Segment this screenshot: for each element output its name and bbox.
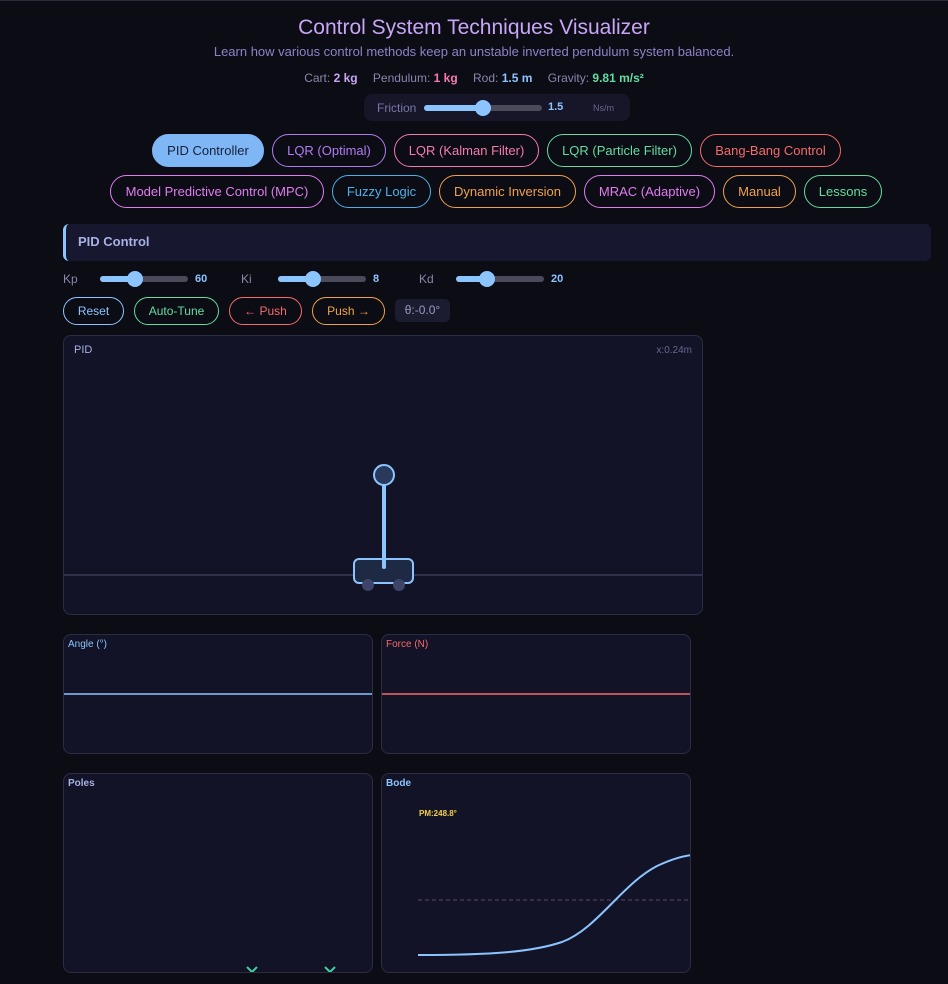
- rod-value: 1.5 m: [501, 71, 533, 85]
- pendulum-value: 1 kg: [433, 71, 458, 85]
- ki-slider[interactable]: [278, 271, 366, 287]
- auto-tune-button[interactable]: Auto-Tune: [134, 297, 219, 325]
- page-title: Control System Techniques Visualizer: [298, 16, 650, 39]
- angle-readout: θ:-0.0°: [395, 299, 450, 322]
- rod-label: Rod:: [473, 71, 499, 85]
- tab-fuzzy-logic[interactable]: Fuzzy Logic: [332, 175, 431, 208]
- cart-wheel-left: [362, 579, 374, 591]
- tab-pid-controller[interactable]: PID Controller: [152, 134, 264, 167]
- friction-control: Friction 1.5 Ns/m: [364, 94, 630, 121]
- tab-bang-bang-control[interactable]: Bang-Bang Control: [700, 134, 841, 167]
- pole-marker-2: [324, 966, 336, 972]
- cart-wheel-right: [393, 579, 405, 591]
- pole-marker-1: [246, 966, 258, 972]
- kd-slider-thumb[interactable]: [478, 271, 495, 287]
- kp-value: 60: [195, 273, 208, 285]
- bode-chart: [417, 854, 690, 956]
- section-header: PID Control: [63, 224, 931, 261]
- tab-lessons[interactable]: Lessons: [804, 175, 882, 208]
- kd-value: 20: [551, 273, 564, 285]
- section-title: PID Control: [78, 234, 150, 249]
- pendulum-bob: [373, 464, 395, 486]
- pendulum-canvas: [64, 464, 702, 591]
- tab-model-predictive-control[interactable]: Model Predictive Control (MPC): [110, 175, 324, 208]
- force-chart: [382, 693, 690, 695]
- angle-chart: [64, 693, 372, 695]
- cart-label: Cart:: [304, 71, 331, 85]
- friction-value: 1.5: [548, 101, 564, 113]
- tab-mrac-adaptive[interactable]: MRAC (Adaptive): [584, 175, 715, 208]
- simulation-panel: PID x:0.24m: [63, 335, 703, 615]
- tab-lqr-optimal[interactable]: LQR (Optimal): [272, 134, 386, 167]
- ki-label: Ki: [241, 272, 252, 286]
- poles-chart: [246, 966, 336, 972]
- friction-label: Friction: [377, 101, 417, 115]
- bode-plot: Bode PM:248.8°: [381, 773, 691, 973]
- reset-button[interactable]: Reset: [63, 297, 124, 325]
- page-subtitle: Learn how various control methods keep a…: [213, 44, 735, 59]
- kp-slider-thumb[interactable]: [127, 271, 144, 287]
- tab-manual[interactable]: Manual: [723, 175, 796, 208]
- system-parameters: Cart: 2 kg Pendulum: 1 kg Rod: 1.5 m Gra…: [0, 71, 948, 85]
- kp-slider[interactable]: [100, 271, 188, 287]
- ki-slider-thumb[interactable]: [305, 271, 322, 287]
- kd-slider[interactable]: [456, 271, 544, 287]
- tab-dynamic-inversion[interactable]: Dynamic Inversion: [439, 175, 576, 208]
- push-left-button[interactable]: ← Push: [229, 297, 302, 325]
- pendulum-label: Pendulum:: [372, 71, 431, 85]
- push-right-button[interactable]: Push →: [312, 297, 385, 325]
- tab-lqr-kalman-filter[interactable]: LQR (Kalman Filter): [394, 134, 539, 167]
- friction-slider-thumb[interactable]: [475, 100, 491, 116]
- friction-unit: Ns/m: [593, 103, 614, 113]
- gravity-label: Gravity:: [547, 71, 590, 85]
- ki-value: 8: [373, 273, 380, 285]
- poles-plot: Poles: [63, 773, 373, 973]
- angle-plot: Angle (°): [63, 634, 373, 754]
- gravity-value: 9.81 m/s²: [592, 71, 644, 85]
- kp-label: Kp: [63, 272, 78, 286]
- bode-curve: [417, 854, 690, 956]
- kd-label: Kd: [419, 272, 434, 286]
- tab-lqr-particle-filter[interactable]: LQR (Particle Filter): [547, 134, 692, 167]
- cart-value: 2 kg: [333, 71, 358, 85]
- friction-slider[interactable]: [424, 100, 542, 116]
- force-plot: Force (N): [381, 634, 691, 754]
